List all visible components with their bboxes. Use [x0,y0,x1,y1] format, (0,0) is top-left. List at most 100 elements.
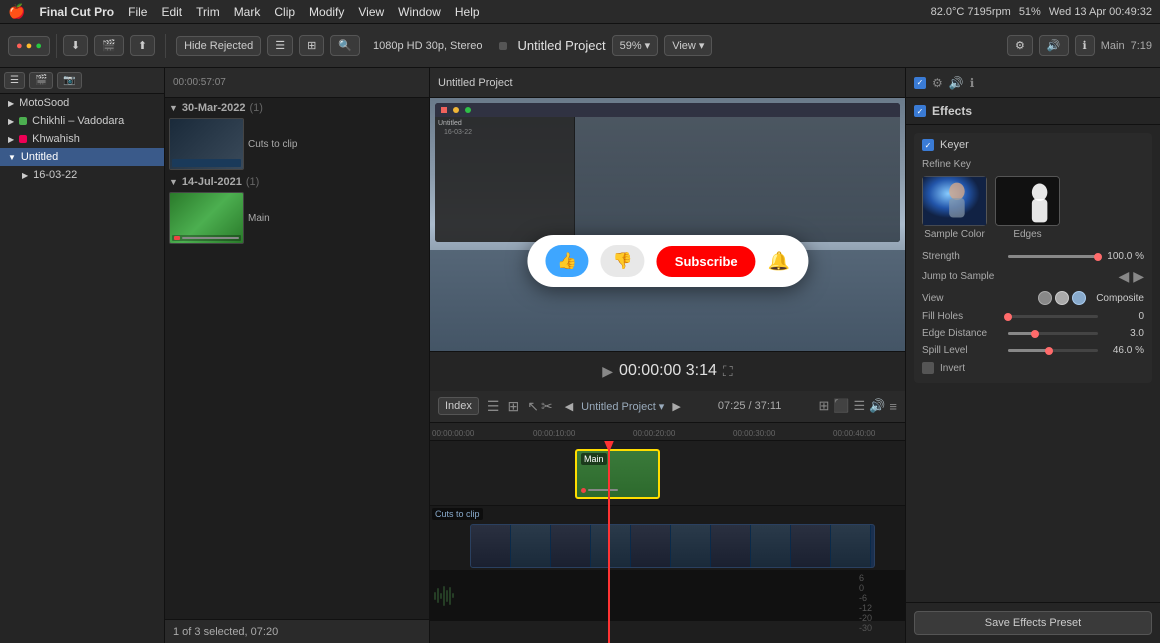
fill-holes-slider[interactable] [1008,315,1098,318]
filmstrip-frame [671,525,711,567]
menu-modify[interactable]: Modify [309,5,344,19]
timeline-btn-3[interactable]: ☰ [854,398,866,414]
trim-tool[interactable]: ✂ [541,398,553,415]
clip-cuts-to-clip[interactable]: Cuts to clip [165,116,429,172]
clip-main-green[interactable]: Main [575,449,660,499]
timeline-btn-5[interactable]: ≡ [889,398,897,414]
triangle-icon: ▶ [8,117,14,126]
timeline-btn-1[interactable]: ⊞ [818,398,829,414]
view-icon-3[interactable] [1072,291,1086,305]
strength-fill [1008,255,1098,258]
status-dot-red [19,135,27,143]
cuts-label: Cuts to clip [432,508,483,520]
audio-button[interactable]: 🔊 [1039,35,1069,56]
import-button[interactable]: ⬇ [63,35,88,56]
viewer-canvas: Untitled 16-03-22 👍 👎 Subscribe [430,98,905,351]
edge-distance-slider[interactable] [1008,332,1098,335]
edges-thumb[interactable]: Edges [995,176,1060,240]
fullscreen-button[interactable]: ⛶ [723,363,733,380]
cuts-clip[interactable] [470,524,875,568]
timeline-btn-4[interactable]: 🔊 [869,398,885,414]
sidebar-item-label: MotoSood [19,97,69,109]
inspector-filter-btn[interactable]: ⚙ [932,76,943,90]
menu-clip[interactable]: Clip [274,5,295,19]
app-name[interactable]: Final Cut Pro [39,5,114,19]
strength-slider[interactable] [1008,255,1098,258]
sidebar-btn-1[interactable]: ☰ [4,72,25,89]
invert-row: Invert [922,359,1144,377]
view-button[interactable]: View ▾ [664,35,712,56]
nav-prev[interactable]: ◀ [1118,268,1129,285]
view-icon-2[interactable] [1055,291,1069,305]
sidebar-item-khwahish[interactable]: ▶ Khwahish [0,130,164,148]
nav-next[interactable]: ▶ [1133,268,1144,285]
clip-markers [581,488,618,493]
edges-swatch [995,176,1060,226]
track-main: Main [430,441,905,506]
sidebar-item-motosood[interactable]: ▶ MotoSood [0,94,164,112]
spill-level-fill [1008,349,1049,352]
select-tool[interactable]: ↖ [527,398,539,415]
timeline-btn-2[interactable]: ⬛ [833,398,849,414]
search-button[interactable]: 🔍 [330,35,360,56]
effects-section-header: ✓ Effects [906,98,1160,125]
play-button[interactable]: ▶ [602,363,613,380]
section-date-label: 30-Mar-2022 [182,102,246,114]
sidebar-btn-3[interactable]: 📷 [57,72,81,89]
timeline-view-btn-1[interactable]: ☰ [487,398,500,415]
share-button[interactable]: ⬆ [130,35,155,56]
viewer-toolbar: Untitled Project [430,68,905,98]
sample-color-thumb[interactable]: Sample Color [922,176,987,240]
menu-edit[interactable]: Edit [161,5,182,19]
menu-help[interactable]: Help [455,5,480,19]
menu-view[interactable]: View [358,5,384,19]
sidebar-item-label: Khwahish [32,133,80,145]
bell-icon: 🔔 [768,251,790,271]
spill-level-row: Spill Level 46.0 % [922,342,1144,359]
save-effects-preset-button[interactable]: Save Effects Preset [914,611,1152,635]
invert-checkbox[interactable] [922,362,934,374]
nav-arrow-left[interactable]: ◀ [565,400,573,413]
info-button[interactable]: ℹ [1075,35,1095,56]
nav-arrow-right[interactable]: ▶ [672,400,680,413]
list-view-button[interactable]: ☰ [267,35,293,56]
effects-checkbox[interactable]: ✓ [914,77,926,89]
keyer-section: ✓ Keyer Refine Key [914,133,1152,383]
sidebar-item-untitled[interactable]: ▼ Untitled [0,148,164,166]
like-icon: 👍 [557,251,577,271]
clip-main[interactable]: Main [165,190,429,246]
effects-toggle-checkbox[interactable]: ✓ [914,105,926,117]
library-sidebar: ☰ 🎬 📷 ▶ MotoSood ▶ Chikhli – Vadodara ▶ … [0,68,165,643]
index-button[interactable]: Index [438,397,479,415]
menu-file[interactable]: File [128,5,147,19]
dislike-button[interactable]: 👎 [601,245,645,277]
view-icon-1[interactable] [1038,291,1052,305]
like-button[interactable]: 👍 [545,245,589,277]
timeline-project-name[interactable]: Untitled Project ▾ [581,400,664,413]
hide-rejected-button[interactable]: Hide Rejected [176,36,261,56]
sidebar-btn-2[interactable]: 🎬 [29,72,53,89]
apple-menu[interactable]: 🍎 [8,3,25,20]
scale-labels: 6 0 -6 -12 -20 -30 [855,571,905,621]
subscribe-button[interactable]: Subscribe [657,246,756,277]
inspector-info-btn[interactable]: ℹ [970,76,975,90]
menu-window[interactable]: Window [398,5,441,19]
sidebar-item-16-03-22[interactable]: ▶ 16-03-22 [0,166,164,184]
filmstrip-frame [511,525,551,567]
filmstrip-view-button[interactable]: ⊞ [299,35,324,56]
spill-level-slider[interactable] [1008,349,1098,352]
new-project-button[interactable]: 🎬 [94,35,124,56]
zoom-display[interactable]: 59% ▾ [612,35,659,56]
project-title: Untitled Project [517,38,605,53]
timeline-view-btn-2[interactable]: ⊞ [507,398,519,415]
battery-level: 51% [1019,6,1041,18]
inspector-toggle[interactable]: ⚙ [1007,35,1033,56]
menu-trim[interactable]: Trim [196,5,220,19]
bell-button[interactable]: 🔔 [768,251,790,272]
sidebar-item-chikhli[interactable]: ▶ Chikhli – Vadodara [0,112,164,130]
sidebar-item-label: Chikhli – Vadodara [32,115,124,127]
inspector-audio-btn[interactable]: 🔊 [949,76,964,90]
keyer-checkbox[interactable]: ✓ [922,139,934,151]
menu-mark[interactable]: Mark [234,5,261,19]
inspector-footer: Save Effects Preset [906,602,1160,643]
